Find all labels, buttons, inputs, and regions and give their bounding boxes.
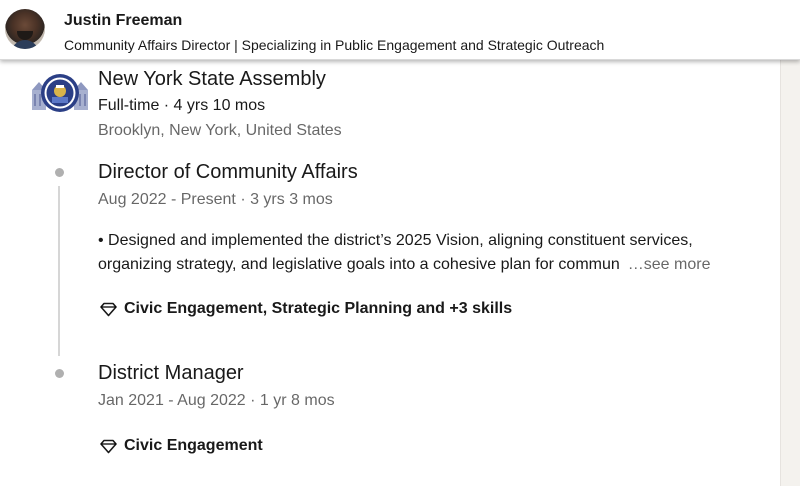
role-dates: Jan 2021 - Aug 2022 · 1 yr 8 mos — [98, 392, 335, 409]
seal-icon[interactable] — [30, 72, 90, 114]
description-line: organizing strategy, and legislative goa… — [98, 253, 758, 277]
skills-text: Civic Engagement, Strategic Planning and… — [124, 300, 513, 317]
diamond-icon — [100, 439, 117, 453]
role-title[interactable]: Director of Community Affairs — [98, 161, 358, 184]
timeline-dot — [55, 369, 64, 378]
role-skills[interactable]: Civic Engagement, Strategic Planning and… — [100, 300, 512, 318]
company-name[interactable]: New York State Assembly — [98, 68, 326, 91]
company-location: Brooklyn, New York, United States — [98, 122, 342, 139]
description-text: organizing strategy, and legislative goa… — [98, 256, 620, 273]
role-dates: Aug 2022 - Present · 3 yrs 3 mos — [98, 191, 333, 208]
profile-name[interactable]: Justin Freeman — [64, 12, 182, 30]
diamond-icon — [100, 302, 117, 316]
see-more-link[interactable]: …see more — [628, 256, 711, 273]
timeline-dot — [55, 168, 64, 177]
experience-card: New York State Assembly Full-time · 4 yr… — [0, 60, 780, 486]
avatar-beard — [17, 31, 33, 40]
role-description: • Designed and implemented the district’… — [98, 229, 758, 277]
role-skills[interactable]: Civic Engagement — [100, 437, 263, 455]
sticky-profile-header: Justin Freeman Community Affairs Directo… — [0, 0, 800, 60]
avatar[interactable] — [5, 9, 45, 49]
timeline-line — [58, 186, 60, 356]
description-line: • Designed and implemented the district’… — [98, 232, 693, 249]
avatar-shirt — [11, 40, 39, 49]
profile-headline: Community Affairs Director | Specializin… — [64, 37, 605, 53]
page-background-gutter — [780, 60, 800, 486]
employment-summary: Full-time · 4 yrs 10 mos — [98, 97, 266, 114]
role-title[interactable]: District Manager — [98, 362, 244, 385]
skills-text: Civic Engagement — [124, 437, 263, 454]
